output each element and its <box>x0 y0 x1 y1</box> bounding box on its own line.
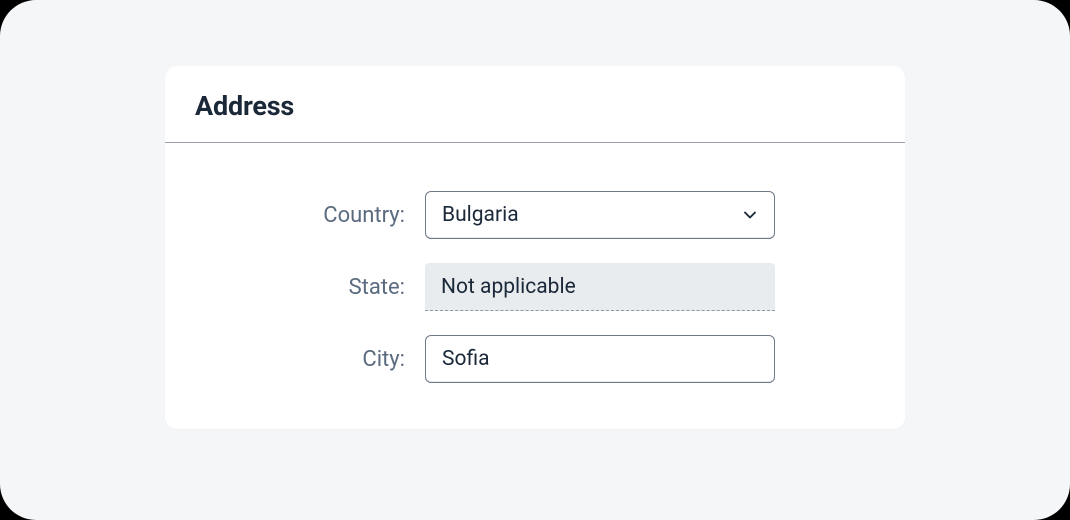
city-row: City: <box>195 335 875 383</box>
country-select[interactable]: Bulgaria <box>425 191 775 239</box>
city-control-wrap <box>425 335 775 383</box>
country-selected-value: Bulgaria <box>442 203 519 227</box>
country-row: Country: Bulgaria <box>195 191 875 239</box>
page-background: Address Country: Bulgaria <box>0 0 1070 520</box>
country-control-wrap: Bulgaria <box>425 191 775 239</box>
city-input[interactable] <box>425 335 775 383</box>
state-value: Not applicable <box>441 275 576 299</box>
card-header: Address <box>165 66 905 143</box>
state-row: State: Not applicable <box>195 263 875 311</box>
state-disabled-field: Not applicable <box>425 263 775 311</box>
country-label: Country: <box>195 203 425 228</box>
card-title: Address <box>195 90 875 122</box>
state-label: State: <box>195 275 425 300</box>
state-control-wrap: Not applicable <box>425 263 775 311</box>
city-label: City: <box>195 347 425 372</box>
address-card: Address Country: Bulgaria <box>165 66 905 429</box>
chevron-down-icon <box>740 205 760 225</box>
form-body: Country: Bulgaria State: <box>165 143 905 383</box>
